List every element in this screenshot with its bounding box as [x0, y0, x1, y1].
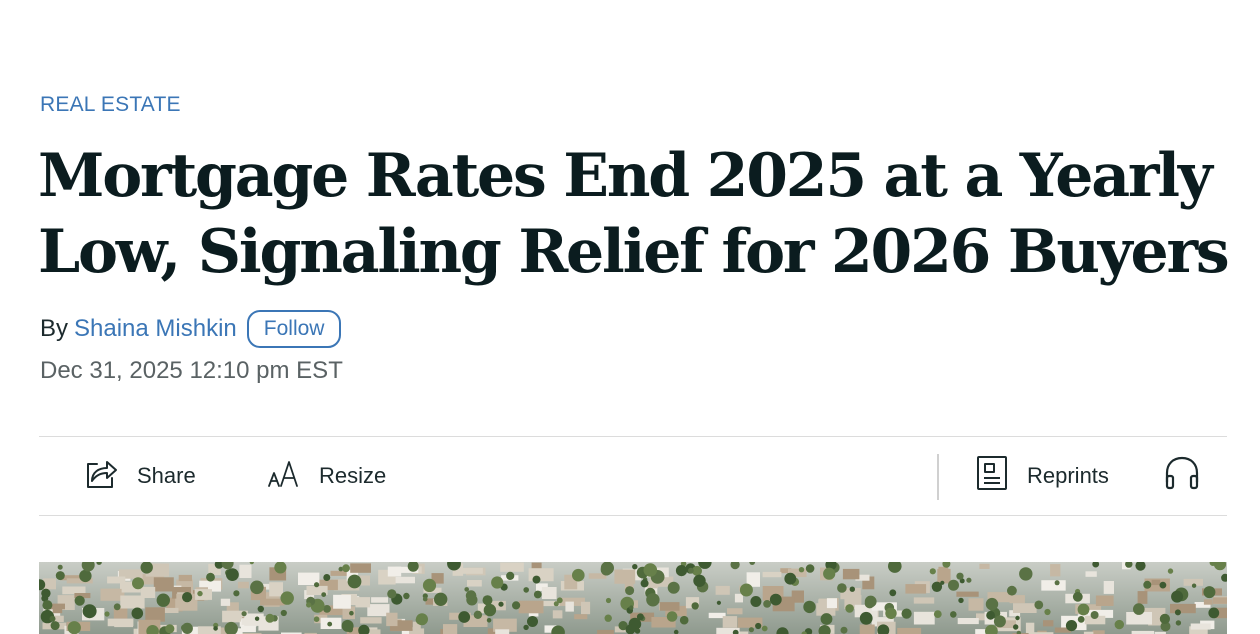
share-button[interactable]: Share [83, 437, 196, 515]
reprints-button[interactable]: Reprints [975, 437, 1109, 515]
aerial-neighborhood-photo [39, 562, 1227, 634]
article-headline: Mortgage Rates End 2025 at a Yearly Low,… [38, 141, 1230, 287]
resize-button[interactable]: Resize [267, 437, 386, 515]
reprints-label: Reprints [1027, 463, 1109, 488]
byline: By Shaina Mishkin Follow [40, 310, 342, 348]
share-label: Share [137, 463, 196, 488]
listen-button[interactable] [1163, 437, 1201, 515]
article-toolbar: Share Resize Reprints [39, 436, 1227, 516]
text-resize-icon [267, 456, 301, 496]
follow-button[interactable]: Follow [246, 310, 342, 348]
hero-image [39, 562, 1227, 634]
category-link[interactable]: REAL ESTATE [40, 93, 181, 117]
headphones-icon [1163, 454, 1201, 498]
byline-prefix: By [40, 315, 69, 342]
publish-timestamp: Dec 31, 2025 12:10 pm EST [40, 357, 343, 384]
share-icon [83, 456, 119, 496]
reprints-icon [975, 455, 1009, 497]
resize-label: Resize [319, 463, 387, 488]
article-page: REAL ESTATE Mortgage Rates End 2025 at a… [0, 0, 1260, 634]
toolbar-divider [937, 454, 939, 500]
author-link[interactable]: Shaina Mishkin [74, 315, 237, 343]
